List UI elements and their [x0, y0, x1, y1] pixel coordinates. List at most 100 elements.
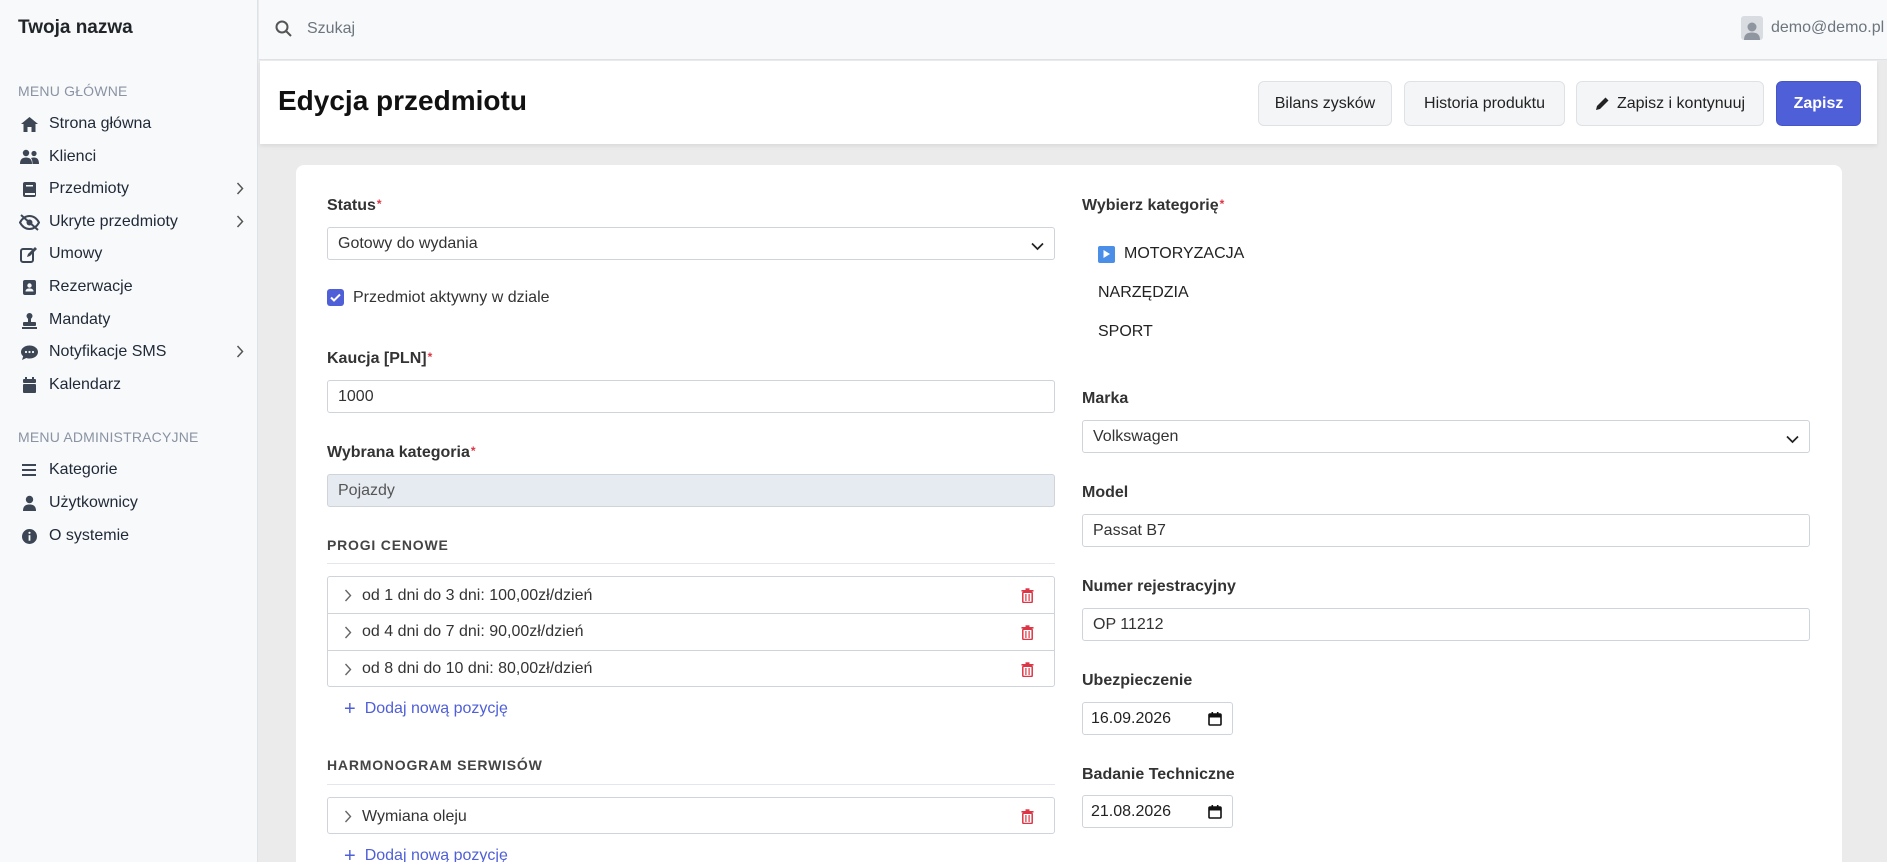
sidebar-item-categories[interactable]: Kategorie [0, 455, 258, 485]
deposit-value: 1000 [338, 387, 374, 405]
brand-name[interactable]: Twoja nazwa [18, 17, 133, 39]
category-item-motoryzacja[interactable]: MOTORYZACJA [1098, 245, 1244, 263]
stamp-icon [18, 312, 40, 329]
insurance-date-input[interactable]: 16.09.2026 [1082, 702, 1233, 735]
save-continue-button[interactable]: Zapisz i kontynuuj [1576, 81, 1764, 126]
add-position-label: Dodaj nową pozycję [364, 700, 508, 717]
sidebar-item-label: Użytkownicy [49, 494, 138, 511]
topbar: demo@demo.pl [259, 0, 1887, 60]
category-label: NARZĘDZIA [1098, 284, 1189, 301]
calendar-icon[interactable] [1208, 712, 1222, 731]
category-item-sport[interactable]: SPORT [1098, 323, 1153, 341]
sidebar-item-hidden-items[interactable]: Ukryte przedmioty [0, 207, 258, 237]
contact-card-icon [18, 279, 40, 296]
price-tier-row[interactable]: od 1 dni do 3 dni: 100,00zł/dzień [328, 577, 1054, 614]
sidebar-item-label: Rezerwacje [49, 278, 133, 295]
search-input[interactable] [307, 14, 907, 44]
sidebar-item-reservations[interactable]: Rezerwacje [0, 272, 258, 302]
user-menu[interactable]: demo@demo.pl [1741, 16, 1884, 40]
model-input[interactable]: Passat B7 [1082, 514, 1810, 547]
model-value: Passat B7 [1093, 521, 1166, 539]
trash-icon[interactable] [1021, 809, 1034, 829]
sidebar-item-contracts[interactable]: Umowy [0, 239, 258, 269]
brand-value: Volkswagen [1093, 427, 1179, 445]
save-button[interactable]: Zapisz [1776, 81, 1861, 126]
price-tiers-title: PROGI CENOWE [327, 537, 449, 553]
price-tier-row[interactable]: od 8 dni do 10 dni: 80,00zł/dzień [328, 650, 1054, 687]
chevron-right-icon [236, 345, 244, 363]
chevron-right-icon [344, 626, 352, 639]
sidebar-item-label: Strona główna [49, 115, 152, 132]
model-label: Model [1082, 484, 1129, 501]
insurance-value: 16.09.2026 [1091, 709, 1172, 727]
product-history-button[interactable]: Historia produktu [1404, 81, 1565, 126]
deposit-label: Kaucja [PLN]* [327, 350, 433, 367]
service-label: Wymiana oleju [362, 807, 467, 825]
sidebar-item-label: Klienci [49, 148, 97, 165]
chevron-right-icon [236, 215, 244, 233]
sidebar-item-fines[interactable]: Mandaty [0, 305, 258, 335]
user-email: demo@demo.pl [1771, 19, 1885, 36]
sidebar-item-about[interactable]: O systemie [0, 521, 258, 551]
chevron-down-icon [1786, 431, 1799, 449]
selected-category-field: Pojazdy [327, 474, 1055, 507]
sidebar-item-clients[interactable]: Klienci [0, 142, 258, 172]
status-label: Status* [327, 197, 382, 214]
active-checkbox-label: Przedmiot aktywny w dziale [353, 289, 550, 306]
sidebar-item-label: Przedmioty [49, 180, 130, 197]
price-tier-row[interactable]: od 4 dni do 7 dni: 90,00zł/dzień [328, 613, 1054, 650]
sidebar-item-calendar[interactable]: Kalendarz [0, 370, 258, 400]
status-select[interactable]: Gotowy do wydania [327, 227, 1055, 260]
sidebar-item-label: Ukryte przedmioty [49, 213, 178, 230]
add-position-label: Dodaj nową pozycję [364, 847, 508, 862]
sidebar-item-label: Notyfikacje SMS [49, 343, 167, 360]
sidebar: Twoja nazwa MENU GŁÓWNE Strona główna Kl… [0, 0, 258, 862]
brand-select[interactable]: Volkswagen [1082, 420, 1810, 453]
trash-icon[interactable] [1021, 588, 1034, 608]
category-item-narzedzia[interactable]: NARZĘDZIA [1098, 284, 1189, 302]
sms-icon [18, 344, 40, 361]
sidebar-item-sms[interactable]: Notyfikacje SMS [0, 337, 258, 367]
info-icon [18, 528, 40, 545]
calendar-icon[interactable] [1208, 805, 1222, 824]
brand-label: Marka [1082, 390, 1129, 407]
active-checkbox[interactable] [327, 289, 344, 306]
user-icon [18, 495, 40, 512]
sidebar-item-label: Kategorie [49, 461, 118, 478]
users-icon [18, 149, 40, 165]
registration-label: Numer rejestracyjny [1082, 578, 1236, 595]
registration-input[interactable]: OP 11212 [1082, 608, 1810, 641]
add-price-tier-link[interactable]: + Dodaj nową pozycję [344, 699, 508, 719]
deposit-input[interactable]: 1000 [327, 380, 1055, 413]
service-row[interactable]: Wymiana oleju [328, 798, 1054, 835]
insurance-label: Ubezpieczenie [1082, 672, 1193, 689]
sidebar-item-users[interactable]: Użytkownicy [0, 488, 258, 518]
edit-icon [18, 246, 40, 263]
sidebar-item-label: O systemie [49, 527, 130, 544]
trash-icon[interactable] [1021, 625, 1034, 645]
sidebar-item-items[interactable]: Przedmioty [0, 174, 258, 204]
sidebar-item-home[interactable]: Strona główna [0, 109, 258, 139]
service-list: Wymiana oleju [327, 797, 1055, 834]
eye-slash-icon [18, 213, 40, 231]
page-header: Edycja przedmiotu Bilans zysków Historia… [260, 61, 1877, 144]
price-tier-label: od 1 dni do 3 dni: 100,00zł/dzień [362, 586, 593, 604]
price-tier-label: od 8 dni do 10 dni: 80,00zł/dzień [362, 660, 593, 677]
search-icon [275, 20, 292, 42]
choose-category-label: Wybierz kategorię* [1082, 197, 1225, 214]
trash-icon[interactable] [1021, 662, 1034, 682]
admin-menu-label: MENU ADMINISTRACYJNE [18, 429, 199, 445]
inspection-date-input[interactable]: 21.08.2026 [1082, 795, 1233, 828]
add-service-link[interactable]: + Dodaj nową pozycję [344, 846, 508, 862]
plus-icon: + [344, 845, 356, 862]
save-continue-label: Zapisz i kontynuuj [1616, 94, 1746, 112]
profit-balance-button[interactable]: Bilans zysków [1258, 81, 1392, 126]
selected-category-value: Pojazdy [338, 481, 395, 499]
category-label: MOTORYZACJA [1124, 245, 1245, 262]
category-label: SPORT [1098, 323, 1153, 340]
required-marker: * [1219, 197, 1225, 211]
avatar [1741, 16, 1763, 40]
chevron-right-icon [344, 589, 352, 602]
plus-icon: + [344, 698, 356, 720]
sidebar-item-label: Umowy [49, 245, 103, 262]
